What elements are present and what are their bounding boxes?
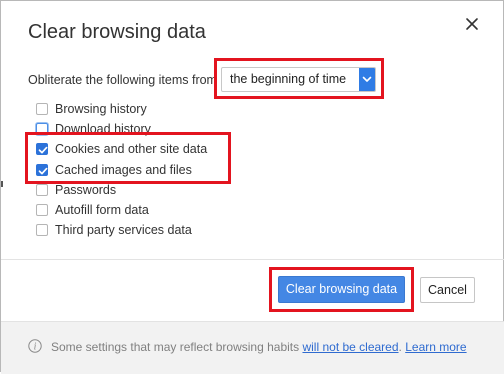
footer-text: Some settings that may reflect browsing … [51, 340, 467, 354]
option-label: Autofill form data [55, 203, 149, 217]
checkbox[interactable] [36, 204, 48, 216]
close-icon[interactable] [461, 13, 483, 35]
option-download-history[interactable]: Download history [36, 120, 151, 138]
chevron-down-icon[interactable] [359, 68, 375, 91]
cancel-button[interactable]: Cancel [420, 277, 475, 303]
checkbox[interactable] [36, 224, 48, 236]
time-range-row: Obliterate the following items from [28, 67, 217, 93]
svg-text:i: i [34, 342, 37, 353]
checkbox-checked[interactable] [36, 143, 48, 155]
option-passwords[interactable]: Passwords [36, 181, 116, 199]
time-range-selected-value: the beginning of time [230, 72, 347, 86]
option-label: Browsing history [55, 102, 147, 116]
window-edge-marker [1, 181, 3, 187]
divider [1, 259, 504, 260]
footer-message: Some settings that may reflect browsing … [51, 340, 300, 354]
option-cookies[interactable]: Cookies and other site data [36, 140, 207, 158]
learn-more-link[interactable]: Learn more [405, 340, 466, 354]
checkbox[interactable] [36, 103, 48, 115]
option-third-party[interactable]: Third party services data [36, 221, 192, 239]
option-autofill[interactable]: Autofill form data [36, 201, 149, 219]
dialog-title: Clear browsing data [28, 21, 206, 43]
option-browsing-history[interactable]: Browsing history [36, 100, 147, 118]
time-range-label: Obliterate the following items from [28, 73, 217, 87]
info-icon: i [28, 339, 42, 353]
will-not-be-cleared-link[interactable]: will not be cleared [302, 340, 398, 354]
checkbox[interactable] [36, 184, 48, 196]
option-label: Cookies and other site data [55, 142, 208, 156]
checkbox-checked[interactable] [36, 164, 48, 176]
clear-browsing-data-dialog: Clear browsing data Obliterate the follo… [0, 0, 504, 374]
option-label: Passwords [55, 183, 117, 197]
option-label: Third party services data [55, 223, 192, 237]
checkmark-icon [38, 167, 48, 175]
footer-period: . [398, 340, 402, 354]
checkbox[interactable] [36, 123, 48, 135]
clear-browsing-data-button[interactable]: Clear browsing data [278, 276, 405, 303]
option-label: Cached images and files [55, 163, 192, 177]
option-cached-images[interactable]: Cached images and files [36, 161, 192, 179]
option-label: Download history [55, 122, 151, 136]
checkmark-icon [38, 146, 48, 154]
time-range-select[interactable]: the beginning of time [221, 67, 376, 92]
